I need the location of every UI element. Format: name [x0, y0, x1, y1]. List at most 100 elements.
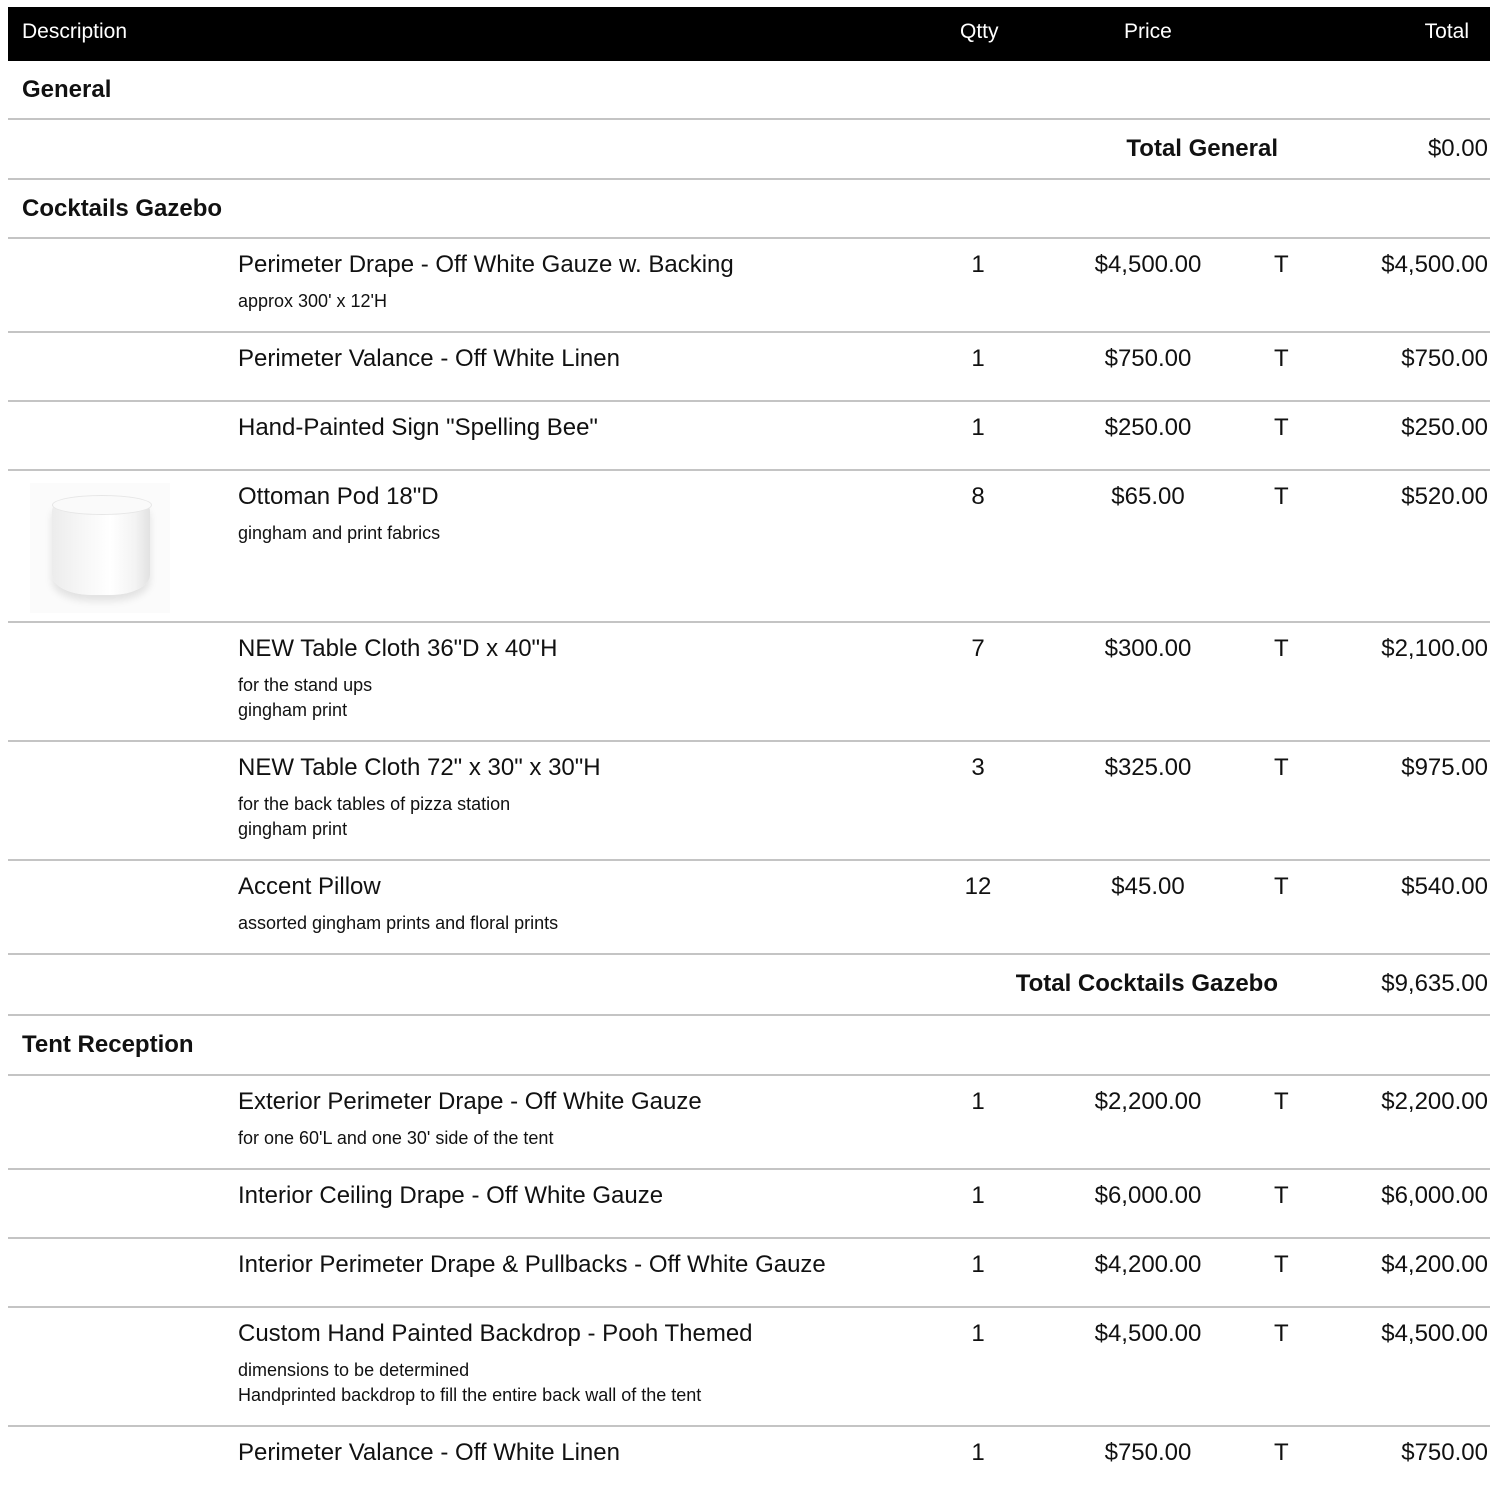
line-item-row: Perimeter Valance - Off White Linen 1 $7… — [8, 333, 1490, 402]
item-tax-flag: T — [1274, 1439, 1289, 1466]
item-notes: for the back tables of pizza station gin… — [238, 792, 510, 842]
item-name: NEW Table Cloth 36"D x 40"H — [238, 635, 558, 662]
item-tax-flag: T — [1274, 635, 1289, 662]
item-tax-flag: T — [1274, 1251, 1289, 1278]
item-name: Accent Pillow — [238, 873, 381, 900]
item-tax-flag: T — [1274, 1088, 1289, 1115]
item-total: $750.00 — [1401, 345, 1488, 372]
line-item-row: Interior Perimeter Drape & Pullbacks - O… — [8, 1239, 1490, 1308]
header-description: Description — [22, 20, 128, 43]
ottoman-pod-photo — [30, 483, 170, 613]
line-item-row: Accent Pillow assorted gingham prints an… — [8, 861, 1490, 955]
item-note: gingham and print fabrics — [238, 523, 441, 543]
item-price: $2,200.00 — [1094, 1088, 1202, 1115]
item-qty: 1 — [971, 1182, 985, 1209]
quote-table: Description Qtty Price Total General Tot… — [8, 7, 1490, 1487]
line-item-row: NEW Table Cloth 72" x 30" x 30"H for the… — [8, 742, 1490, 861]
item-qty: 1 — [971, 414, 985, 441]
item-qty: 1 — [971, 345, 985, 372]
header-qty: Qtty — [960, 20, 999, 43]
item-qty: 1 — [971, 1320, 985, 1347]
item-name: Ottoman Pod 18"D — [238, 483, 439, 510]
section-total-label: Total General — [1126, 135, 1278, 162]
item-tax-flag: T — [1274, 1182, 1289, 1209]
item-price: $750.00 — [1104, 345, 1192, 372]
line-item-row: Perimeter Drape - Off White Gauze w. Bac… — [8, 239, 1490, 333]
item-price: $4,200.00 — [1094, 1251, 1202, 1278]
item-name: Perimeter Valance - Off White Linen — [238, 345, 620, 372]
item-note: for the stand ups — [238, 675, 373, 695]
item-total: $4,500.00 — [1381, 1320, 1488, 1347]
item-notes: for the stand ups gingham print — [238, 673, 372, 723]
line-item-row: Exterior Perimeter Drape - Off White Gau… — [8, 1076, 1490, 1170]
item-total: $540.00 — [1401, 873, 1488, 900]
section-header-general: General — [8, 61, 1490, 120]
item-tax-flag: T — [1274, 345, 1289, 372]
item-qty: 1 — [971, 1439, 985, 1466]
item-qty: 7 — [971, 635, 985, 662]
item-qty: 8 — [971, 483, 985, 510]
section-total-value: $9,635.00 — [1381, 970, 1488, 997]
item-qty: 1 — [971, 1088, 985, 1115]
item-tax-flag: T — [1274, 754, 1289, 781]
item-tax-flag: T — [1274, 483, 1289, 510]
item-name: Custom Hand Painted Backdrop - Pooh Them… — [238, 1320, 753, 1347]
section-title: General — [22, 76, 112, 103]
line-item-row: NEW Table Cloth 36"D x 40"H for the stan… — [8, 623, 1490, 742]
item-note: assorted gingham prints and floral print… — [238, 913, 559, 933]
header-price: Price — [1124, 20, 1172, 43]
item-notes: approx 300' x 12'H — [238, 289, 387, 314]
item-tax-flag: T — [1274, 251, 1289, 278]
line-item-row: Hand-Painted Sign "Spelling Bee" 1 $250.… — [8, 402, 1490, 471]
line-item-row: Ottoman Pod 18"D gingham and print fabri… — [8, 471, 1490, 623]
item-tax-flag: T — [1274, 873, 1289, 900]
section-header-cocktails-gazebo: Cocktails Gazebo — [8, 180, 1490, 239]
item-price: $65.00 — [1111, 483, 1185, 510]
item-notes: gingham and print fabrics — [238, 521, 440, 546]
item-total: $250.00 — [1401, 414, 1488, 441]
ottoman-pod-image — [50, 493, 152, 605]
item-total: $520.00 — [1401, 483, 1488, 510]
item-name: Interior Perimeter Drape & Pullbacks - O… — [238, 1251, 826, 1278]
item-tax-flag: T — [1274, 414, 1289, 441]
section-title: Tent Reception — [22, 1031, 194, 1058]
item-price: $750.00 — [1104, 1439, 1192, 1466]
section-title: Cocktails Gazebo — [22, 195, 223, 222]
item-price: $325.00 — [1104, 754, 1192, 781]
section-total-label: Total Cocktails Gazebo — [1015, 970, 1278, 997]
item-tax-flag: T — [1274, 1320, 1289, 1347]
item-name: Perimeter Valance - Off White Linen — [238, 1439, 620, 1466]
item-notes: for one 60'L and one 30' side of the ten… — [238, 1126, 553, 1151]
item-total: $6,000.00 — [1381, 1182, 1488, 1209]
line-item-row: Custom Hand Painted Backdrop - Pooh Them… — [8, 1308, 1490, 1427]
section-header-tent-reception: Tent Reception — [8, 1016, 1490, 1076]
item-note: approx 300' x 12'H — [238, 291, 387, 311]
item-total: $4,200.00 — [1381, 1251, 1488, 1278]
item-note: Handprinted backdrop to fill the entire … — [238, 1385, 702, 1405]
item-price: $4,500.00 — [1094, 1320, 1202, 1347]
item-note: for the back tables of pizza station — [238, 794, 511, 814]
section-total-general: Total General $0.00 — [8, 120, 1490, 180]
item-price: $300.00 — [1104, 635, 1192, 662]
item-name: Hand-Painted Sign "Spelling Bee" — [238, 414, 598, 441]
item-qty: 1 — [971, 251, 985, 278]
item-note: gingham print — [238, 819, 348, 839]
item-total: $2,100.00 — [1381, 635, 1488, 662]
item-notes: assorted gingham prints and floral print… — [238, 911, 558, 936]
item-name: Exterior Perimeter Drape - Off White Gau… — [238, 1088, 702, 1115]
line-item-row: Interior Ceiling Drape - Off White Gauze… — [8, 1170, 1490, 1239]
item-price: $250.00 — [1104, 414, 1192, 441]
item-name: Interior Ceiling Drape - Off White Gauze — [238, 1182, 664, 1209]
item-total: $2,200.00 — [1381, 1088, 1488, 1115]
item-note: gingham print — [238, 700, 348, 720]
item-note: dimensions to be determined — [238, 1360, 470, 1380]
item-total: $4,500.00 — [1381, 251, 1488, 278]
item-name: NEW Table Cloth 72" x 30" x 30"H — [238, 754, 601, 781]
item-total: $750.00 — [1401, 1439, 1488, 1466]
item-name: Perimeter Drape - Off White Gauze w. Bac… — [238, 251, 734, 278]
item-qty: 3 — [971, 754, 985, 781]
item-price: $6,000.00 — [1094, 1182, 1202, 1209]
table-header: Description Qtty Price Total — [8, 7, 1490, 61]
item-price: $4,500.00 — [1094, 251, 1202, 278]
item-note: for one 60'L and one 30' side of the ten… — [238, 1128, 554, 1148]
